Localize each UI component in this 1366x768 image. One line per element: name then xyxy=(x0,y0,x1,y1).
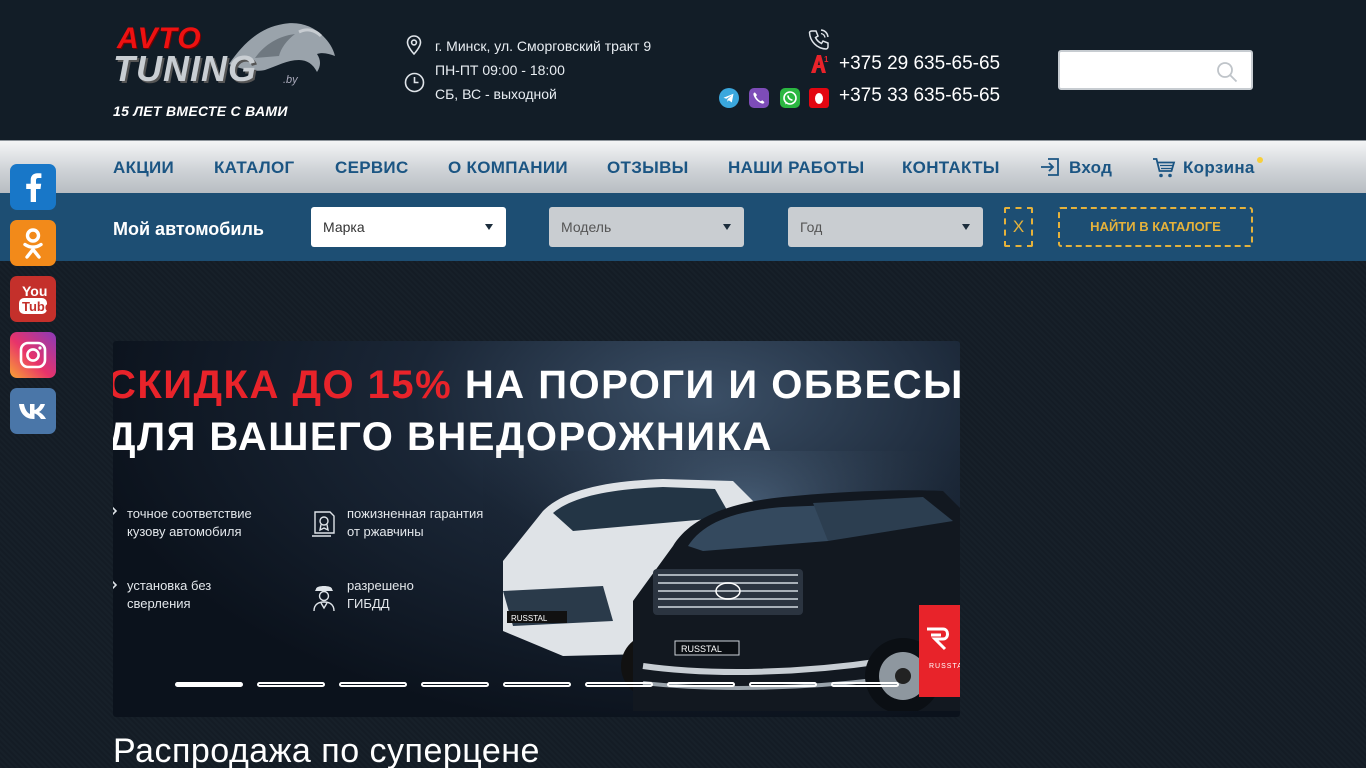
youtube-icon[interactable]: You Tube xyxy=(10,276,56,322)
dropdown-arrow-icon xyxy=(962,224,970,230)
feature-bullet-icon xyxy=(113,506,118,516)
search-box xyxy=(1058,50,1253,90)
logo-domain: .by xyxy=(283,74,298,86)
sale-section-title: Распродажа по суперцене xyxy=(113,732,540,768)
feature-warranty: пожизненная гарантия от ржавчины xyxy=(347,506,484,539)
map-pin-icon xyxy=(406,35,422,55)
model-select-value: Модель xyxy=(561,219,612,235)
login-link[interactable]: Вход xyxy=(1069,158,1112,178)
site-header: AVTO TUNING .by 15 ЛЕТ ВМЕСТЕ С ВАМИ г. … xyxy=(0,0,1366,140)
cart-link[interactable]: Корзина xyxy=(1183,158,1255,178)
slider-dot-2[interactable] xyxy=(257,682,325,687)
model-select[interactable]: Модель xyxy=(549,207,744,247)
car-filter-bar: Мой автомобиль Марка Модель Год X НАЙТИ … xyxy=(0,193,1366,261)
a1-operator-icon: 1 xyxy=(811,55,829,73)
banner-headline: СКИДКА ДО 15% НА ПОРОГИ И ОБВЕСЫ xyxy=(113,363,960,408)
hours-weekdays: ПН-ПТ 09:00 - 18:00 xyxy=(435,62,565,78)
slider-dot-4[interactable] xyxy=(421,682,489,687)
reset-filter-button[interactable]: X xyxy=(1004,207,1033,247)
svg-text:Tube: Tube xyxy=(22,299,52,314)
year-select[interactable]: Год xyxy=(788,207,983,247)
nav-item-catalog[interactable]: КАТАЛОГ xyxy=(214,158,295,178)
phone-number-1[interactable]: +375 29 635-65-65 xyxy=(839,53,1000,75)
cart-icon[interactable] xyxy=(1152,157,1176,179)
warranty-document-icon xyxy=(312,511,335,537)
feature-approved: разрешено ГИБДД xyxy=(347,578,414,611)
police-officer-icon xyxy=(313,586,335,612)
search-input[interactable] xyxy=(1060,52,1210,88)
cart-indicator-dot xyxy=(1257,157,1263,163)
feature-no-drilling: установка без сверления xyxy=(127,578,212,611)
slider-dot-8[interactable] xyxy=(749,682,817,687)
login-icon[interactable] xyxy=(1039,156,1061,178)
brand-select[interactable]: Марка xyxy=(311,207,506,247)
slider-dot-7[interactable] xyxy=(667,682,735,687)
slider-dot-5[interactable] xyxy=(503,682,571,687)
slider-dot-3[interactable] xyxy=(339,682,407,687)
dropdown-arrow-icon xyxy=(485,224,493,230)
car-plate-text: RUSSTAL xyxy=(511,614,548,623)
mts-operator-icon xyxy=(809,88,829,108)
slider-dot-9[interactable] xyxy=(831,682,899,687)
dropdown-arrow-icon xyxy=(723,224,731,230)
phones-block: 1 +375 29 635-65-65 +375 33 635-65-65 xyxy=(718,26,1018,116)
nav-item-our-works[interactable]: НАШИ РАБОТЫ xyxy=(728,158,864,178)
whatsapp-icon[interactable] xyxy=(780,88,800,108)
nav-item-promotions[interactable]: АКЦИИ xyxy=(113,158,174,178)
find-in-catalog-button[interactable]: НАЙТИ В КАТАЛОГЕ xyxy=(1058,207,1253,247)
slider-dot-1[interactable] xyxy=(175,682,243,687)
car-plate-text: RUSSTAL xyxy=(681,644,722,654)
year-select-value: Год xyxy=(800,219,823,235)
nav-item-contacts[interactable]: КОНТАКТЫ xyxy=(902,158,1000,178)
banner-headline-rest: НА ПОРОГИ И ОБВЕСЫ xyxy=(452,363,960,407)
viber-icon[interactable] xyxy=(749,88,769,108)
odnoklassniki-icon[interactable] xyxy=(10,220,56,266)
slider-dot-6[interactable] xyxy=(585,682,653,687)
nav-item-service[interactable]: СЕРВИС xyxy=(335,158,409,178)
hours-weekend: СБ, ВС - выходной xyxy=(435,86,557,102)
nav-item-about[interactable]: О КОМПАНИИ xyxy=(448,158,568,178)
search-icon[interactable] xyxy=(1215,60,1239,84)
feature-bullet-icon xyxy=(113,580,118,590)
telegram-icon[interactable] xyxy=(719,88,739,108)
main-nav: АКЦИИ КАТАЛОГ СЕРВИС О КОМПАНИИ ОТЗЫВЫ Н… xyxy=(0,140,1366,193)
facebook-icon[interactable] xyxy=(10,164,56,210)
promo-slider[interactable]: СКИДКА ДО 15% НА ПОРОГИ И ОБВЕСЫ ДЛЯ ВАШ… xyxy=(113,341,960,717)
instagram-icon[interactable] xyxy=(10,332,56,378)
feature-fit: точное соответствие кузову автомобиля xyxy=(127,506,252,539)
nav-item-reviews[interactable]: ОТЗЫВЫ xyxy=(607,158,689,178)
filter-label: Мой автомобиль xyxy=(113,219,264,239)
vk-icon[interactable] xyxy=(10,388,56,434)
svg-text:You: You xyxy=(22,283,47,299)
phone-call-icon xyxy=(808,29,829,50)
russtal-logo-icon xyxy=(927,627,949,651)
suv-cars-image: RUSSTAL RUSSTAL xyxy=(483,451,960,711)
svg-text:1: 1 xyxy=(824,55,829,64)
logo-word-tuning: TUNING xyxy=(113,48,257,89)
address-text: г. Минск, ул. Сморговский тракт 9 xyxy=(435,38,652,54)
banner-headline-discount: СКИДКА ДО 15% xyxy=(113,363,453,407)
phone-number-2[interactable]: +375 33 635-65-65 xyxy=(839,85,1000,107)
russtal-brand-logo: RUSSTAL xyxy=(919,605,960,697)
russtal-brand-text: RUSSTAL xyxy=(929,663,960,670)
brand-select-value: Марка xyxy=(323,219,365,235)
clock-icon xyxy=(404,72,425,93)
site-logo[interactable]: AVTO TUNING .by xyxy=(113,18,343,92)
tagline: 15 ЛЕТ ВМЕСТЕ С ВАМИ xyxy=(113,103,288,119)
